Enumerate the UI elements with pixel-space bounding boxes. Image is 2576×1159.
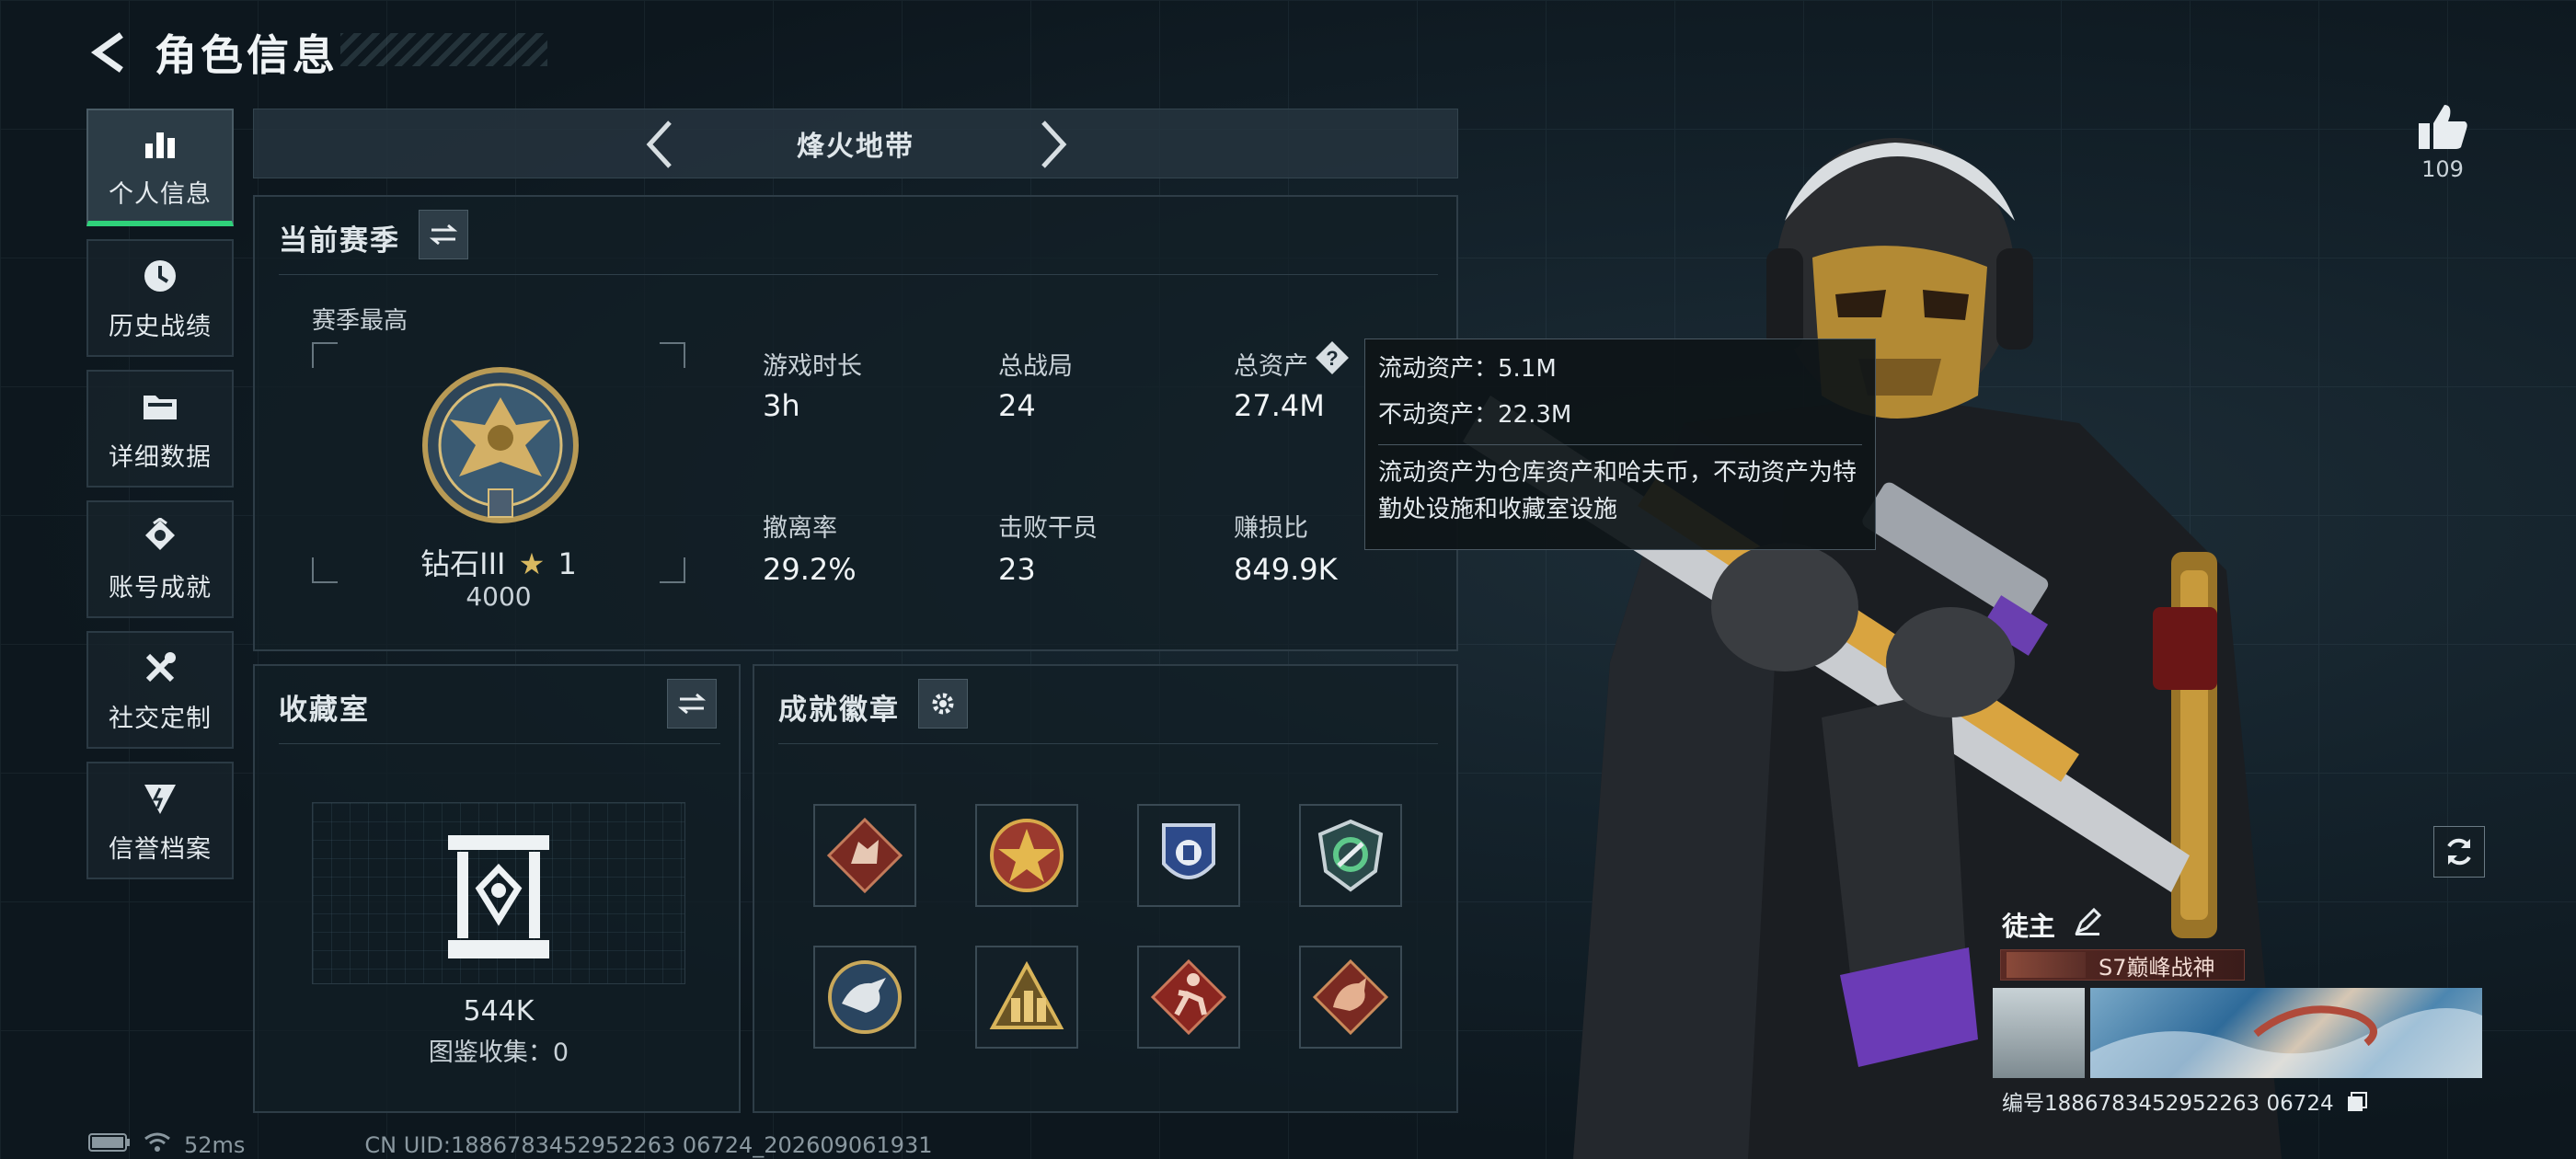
star-emblem-icon[interactable] <box>975 804 1078 907</box>
achievements-panel: 成就徽章 <box>753 664 1458 1113</box>
star-icon: ★ <box>518 546 546 581</box>
battery-icon <box>88 1132 131 1158</box>
thumbs-up-icon[interactable] <box>2410 103 2475 151</box>
stat-value: 23 <box>998 552 1036 587</box>
collection-value: 544K <box>463 995 535 1027</box>
wifi-icon <box>144 1131 171 1159</box>
achievements-settings-button[interactable] <box>918 679 968 729</box>
help-icon[interactable]: ? <box>1315 340 1350 375</box>
status-bar: 52ms CN UID:1886783452952263 06724_20260… <box>88 1131 933 1159</box>
achievement-icon <box>139 516 181 558</box>
history-clock-icon <box>139 255 181 297</box>
stat-value: 29.2% <box>763 552 857 587</box>
player-name: 徒主 <box>2002 905 2102 944</box>
nav-label: 信誉档案 <box>109 834 212 864</box>
assets-tooltip: 流动资产：5.1M 不动资产：22.3M 流动资产为仓库资产和哈夫币，不动资产为… <box>1364 339 1876 550</box>
uid-text: CN UID:1886783452952263 06724_2026090619… <box>364 1132 933 1158</box>
edit-pencil-icon[interactable] <box>2074 907 2102 942</box>
nav-item-account-achievements[interactable]: 账号成就 <box>86 500 234 618</box>
police-badge-icon[interactable] <box>1137 804 1240 907</box>
player-id: 编号1886783452952263 06724 <box>2002 1085 2368 1119</box>
eagle-badge-icon[interactable] <box>813 946 916 1049</box>
ping-text: 52ms <box>184 1132 246 1158</box>
nav-item-reputation[interactable]: 信誉档案 <box>86 762 234 879</box>
rank-stars: 1 <box>558 546 577 581</box>
stat-label: 总战局 <box>998 352 1073 381</box>
stat-value: 27.4M <box>1234 388 1325 423</box>
header: 角色信息 <box>85 24 339 81</box>
refresh-icon <box>2447 838 2471 866</box>
stat-label: 撤离率 <box>763 514 837 543</box>
player-title-bar: S7巅峰战神 <box>2000 949 2245 981</box>
rank-text-group: 钻石III ★ 1 4000 <box>312 197 685 653</box>
tooltip-note: 流动资产为仓库资产和哈夫币，不动资产为特勤处设施和收藏室设施 <box>1378 459 1857 523</box>
folder-icon <box>139 385 181 428</box>
mode-selector: 烽火地带 <box>253 109 1458 178</box>
sidebar-nav: 个人信息 历史战绩 详细数据 账号成就 社交定制 信誉档案 <box>86 109 234 892</box>
nav-label: 个人信息 <box>109 179 212 209</box>
nav-item-history[interactable]: 历史战绩 <box>86 239 234 357</box>
nav-label: 社交定制 <box>109 704 212 733</box>
title-decoration <box>340 33 547 66</box>
tooltip-liquid-assets: 流动资产：5.1M <box>1378 355 1557 383</box>
shield-icon <box>139 777 181 820</box>
stat-label: 击败干员 <box>998 514 1098 543</box>
like-count: 109 <box>2421 156 2464 182</box>
season-panel: 当前赛季 赛季最高 钻石III ★ 1 4000 游戏时长 3h 总战局 24 … <box>253 195 1458 651</box>
wolf-badge-icon[interactable] <box>813 804 916 907</box>
player-id-text: 编号1886783452952263 06724 <box>2002 1092 2334 1116</box>
title-emblem-icon <box>2007 952 2086 978</box>
nav-item-detailed-data[interactable]: 详细数据 <box>86 370 234 488</box>
soldiers-triangle-icon[interactable] <box>975 946 1078 1049</box>
nav-item-social-custom[interactable]: 社交定制 <box>86 631 234 749</box>
prev-mode-arrow-icon[interactable] <box>633 117 688 172</box>
dragon-badge-icon[interactable] <box>1299 946 1402 1049</box>
collection-count: 图鉴收集：0 <box>428 1039 569 1067</box>
avatar[interactable] <box>1993 988 2085 1078</box>
player-title: S7巅峰战神 <box>2099 954 2215 981</box>
rank-name: 钻石III <box>420 546 506 581</box>
copy-icon[interactable] <box>2346 1091 2368 1119</box>
like-widget[interactable]: 109 <box>2410 103 2475 182</box>
collection-panel: 收藏室 544K 图鉴收集：0 <box>253 664 741 1113</box>
nav-label: 历史战绩 <box>109 312 212 341</box>
page-title: 角色信息 <box>155 30 339 80</box>
achievements-title: 成就徽章 <box>778 694 900 727</box>
collection-title: 收藏室 <box>279 694 370 727</box>
divider <box>778 743 1438 744</box>
stat-value: 849.9K <box>1234 552 1338 587</box>
back-arrow-icon[interactable] <box>85 29 132 76</box>
stat-label: 游戏时长 <box>763 352 862 381</box>
player-name-text: 徒主 <box>2002 911 2056 942</box>
tooltip-divider <box>1378 444 1862 445</box>
stat-value: 3h <box>763 388 800 423</box>
svg-text:?: ? <box>1326 347 1338 370</box>
stat-label: 赚损比 <box>1234 514 1308 543</box>
stat-label: 总资产 <box>1234 352 1308 381</box>
runner-badge-icon[interactable] <box>1137 946 1240 1049</box>
next-mode-arrow-icon[interactable] <box>1025 117 1080 172</box>
rank-name-row: 钻石III ★ 1 <box>312 541 685 583</box>
nav-item-personal-info[interactable]: 个人信息 <box>86 109 234 226</box>
refresh-button[interactable] <box>2433 826 2485 878</box>
tools-icon <box>139 647 181 689</box>
nav-label: 账号成就 <box>109 573 212 602</box>
player-banner <box>2090 988 2482 1078</box>
collection-switch-button[interactable] <box>667 679 717 729</box>
collection-room-icon <box>444 828 553 966</box>
stat-value: 24 <box>998 388 1036 423</box>
bar-chart-icon <box>139 122 181 165</box>
divider <box>279 743 720 744</box>
green-shield-icon[interactable] <box>1299 804 1402 907</box>
mode-title: 烽火地带 <box>797 131 914 163</box>
tooltip-fixed-assets: 不动资产：22.3M <box>1378 401 1572 429</box>
nav-label: 详细数据 <box>109 442 212 472</box>
rank-score: 4000 <box>466 581 532 612</box>
